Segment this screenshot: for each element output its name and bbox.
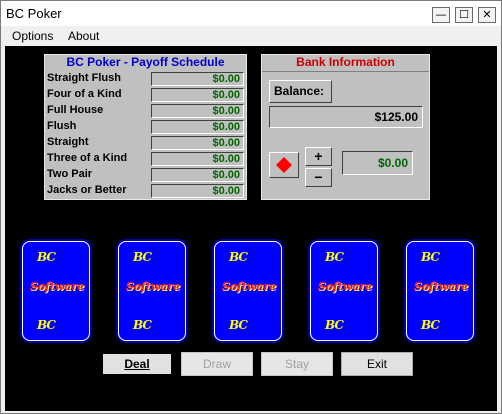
maximize-button[interactable]: ☐ [455, 7, 473, 23]
bank-title: Bank Information [262, 55, 429, 72]
card-logo-top: BC [325, 250, 344, 264]
draw-button[interactable]: Draw [181, 352, 253, 376]
title-bar[interactable]: BC Poker — ☐ ✕ [1, 1, 501, 26]
balance-label: Balance: [269, 80, 332, 103]
payoff-value: $0.00 [212, 121, 240, 133]
minimize-button[interactable]: — [432, 7, 450, 23]
card-3[interactable]: BC Software BC [214, 241, 282, 341]
payoff-value: $0.00 [212, 169, 240, 181]
payoff-row: Four of a Kind $0.00 [47, 88, 244, 103]
payoff-row: Two Pair $0.00 [47, 168, 244, 183]
card-logo-top: BC [229, 250, 248, 264]
payoff-value: $0.00 [212, 185, 240, 197]
card-5[interactable]: BC Software BC [406, 241, 474, 341]
card-4[interactable]: BC Software BC [310, 241, 378, 341]
menu-options[interactable]: Options [12, 29, 53, 43]
card-logo-top: BC [37, 250, 56, 264]
payoff-value-box: $0.00 [151, 168, 244, 182]
decrease-bet-button[interactable]: − [305, 168, 332, 187]
payoff-title: BC Poker - Payoff Schedule [66, 55, 225, 69]
balance-value: $125.00 [374, 110, 418, 124]
hand-name: Four of a Kind [47, 88, 122, 100]
stay-button[interactable]: Stay [261, 352, 333, 376]
window-title: BC Poker [6, 6, 62, 21]
card-logo-bottom: BC [229, 318, 248, 332]
exit-button[interactable]: Exit [341, 352, 413, 376]
poker-table: BC Poker - Payoff Schedule Straight Flus… [5, 46, 497, 411]
payoff-value-box: $0.00 [151, 88, 244, 102]
payoff-panel: BC Poker - Payoff Schedule Straight Flus… [44, 54, 247, 200]
card-logo-bottom: BC [325, 318, 344, 332]
card-logo-middle: Software [413, 280, 469, 293]
card-logo-middle: Software [317, 280, 373, 293]
bet-value: $0.00 [377, 156, 408, 170]
payoff-value-box: $0.00 [151, 152, 244, 166]
payoff-row: Straight $0.00 [47, 136, 244, 151]
card-logo-bottom: BC [421, 318, 440, 332]
payoff-row: Straight Flush $0.00 [47, 72, 244, 87]
card-logo-top: BC [133, 250, 152, 264]
close-button[interactable]: ✕ [478, 7, 496, 23]
bank-panel: Bank Information Balance: $125.00 + − $0… [261, 54, 430, 200]
payoff-row: Three of a Kind $0.00 [47, 152, 244, 167]
hand-name: Straight [47, 136, 89, 148]
payoff-row: Full House $0.00 [47, 104, 244, 119]
diamond-icon [276, 157, 292, 173]
hand-name: Three of a Kind [47, 152, 128, 164]
card-logo-middle: Software [29, 280, 85, 293]
hand-name: Straight Flush [47, 72, 121, 84]
payoff-value-box: $0.00 [151, 72, 244, 86]
bet-chip-button[interactable] [269, 152, 299, 178]
payoff-value-box: $0.00 [151, 136, 244, 150]
payoff-value-box: $0.00 [151, 120, 244, 134]
card-logo-middle: Software [221, 280, 277, 293]
hand-name: Flush [47, 120, 77, 132]
bet-field: $0.00 [342, 151, 413, 175]
card-logo-bottom: BC [37, 318, 56, 332]
payoff-row: Jacks or Better $0.00 [47, 184, 244, 199]
hand-name: Jacks or Better [47, 184, 127, 196]
card-logo-top: BC [421, 250, 440, 264]
payoff-value: $0.00 [212, 137, 240, 149]
app-window: BC Poker — ☐ ✕ Options About BC Poker - … [0, 0, 502, 414]
hand-name: Full House [47, 104, 104, 116]
deal-label: Deal [124, 357, 150, 371]
payoff-value: $0.00 [212, 105, 240, 117]
menu-about[interactable]: About [68, 29, 99, 43]
payoff-value: $0.00 [212, 153, 240, 165]
balance-field: $125.00 [269, 106, 423, 128]
card-logo-middle: Software [125, 280, 181, 293]
menu-bar: Options About [1, 27, 501, 46]
hand-name: Two Pair [47, 168, 93, 180]
payoff-value-box: $0.00 [151, 184, 244, 198]
payoff-row: Flush $0.00 [47, 120, 244, 135]
payoff-value: $0.00 [212, 89, 240, 101]
increase-bet-button[interactable]: + [305, 147, 332, 166]
payoff-value: $0.00 [212, 73, 240, 85]
card-2[interactable]: BC Software BC [118, 241, 186, 341]
payoff-value-box: $0.00 [151, 104, 244, 118]
card-logo-bottom: BC [133, 318, 152, 332]
deal-button[interactable]: Deal [101, 352, 173, 376]
card-1[interactable]: BC Software BC [22, 241, 90, 341]
